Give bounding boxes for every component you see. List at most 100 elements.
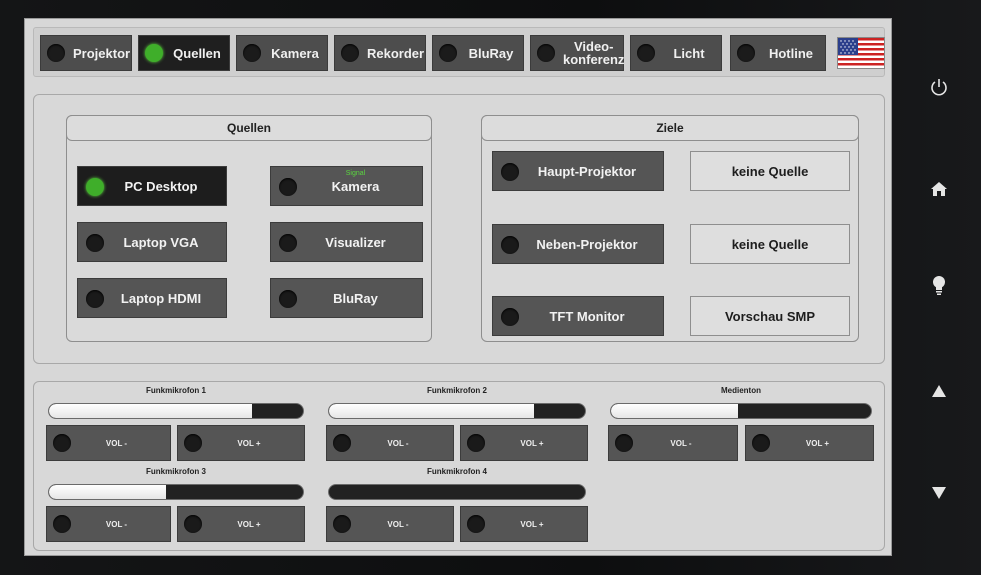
tab-label: Hotline: [768, 45, 814, 61]
vol-minus-button[interactable]: VOL -: [46, 506, 171, 542]
status-led: [279, 234, 297, 252]
status-led: [439, 44, 457, 62]
tab-videokonferenz[interactable]: Video- konferenz: [530, 35, 624, 71]
volume-level: [329, 404, 534, 418]
vol-minus-button[interactable]: VOL -: [46, 425, 171, 461]
status-led: [333, 515, 351, 533]
vol-plus-button[interactable]: VOL +: [177, 425, 305, 461]
status-led: [467, 515, 485, 533]
routing-panel: Quellen PC Desktop Signal Kamera Laptop V…: [33, 94, 885, 364]
touch-screen: Projektor Quellen Kamera Rekorder BluRay…: [24, 18, 892, 556]
volume-slider-funkmikrofon-1[interactable]: [48, 403, 304, 419]
status-led: [341, 44, 359, 62]
status-led: [86, 290, 104, 308]
channel-label: Funkmikrofon 3: [145, 467, 206, 476]
arrow-down-icon-graphic: [932, 487, 946, 499]
touch-panel-device: Projektor Quellen Kamera Rekorder BluRay…: [0, 0, 981, 575]
source-button-laptop-vga[interactable]: Laptop VGA: [77, 222, 227, 262]
status-led: [501, 163, 519, 181]
tab-quellen[interactable]: Quellen: [138, 35, 230, 71]
status-led: [279, 290, 297, 308]
tab-label: Rekorder: [367, 45, 425, 61]
audio-panel: Funkmikrofon 1 VOL - VOL + Funkmikrofon …: [33, 381, 885, 551]
source-button-pc-desktop[interactable]: PC Desktop: [77, 166, 227, 206]
vol-minus-button[interactable]: VOL -: [608, 425, 738, 461]
target-source-display: keine Quelle: [690, 151, 850, 191]
source-button-visualizer[interactable]: Visualizer: [270, 222, 423, 262]
tab-label: Licht: [673, 45, 705, 61]
status-led: [615, 434, 633, 452]
tab-kamera[interactable]: Kamera: [236, 35, 328, 71]
top-navigation-bar: Projektor Quellen Kamera Rekorder BluRay…: [33, 27, 885, 77]
status-led: [53, 434, 71, 452]
tab-licht[interactable]: Licht: [630, 35, 722, 71]
tab-label: Kamera: [271, 45, 319, 61]
volume-slider-funkmikrofon-2[interactable]: [328, 403, 586, 419]
tab-label: Video- konferenz: [563, 39, 625, 67]
power-icon[interactable]: [924, 72, 954, 102]
source-button-bluray[interactable]: BluRay: [270, 278, 423, 318]
channel-label: Medienton: [721, 386, 761, 395]
arrow-down-icon[interactable]: [924, 478, 954, 508]
status-led: [752, 434, 770, 452]
tab-projektor[interactable]: Projektor: [40, 35, 132, 71]
us-flag-graphic: [838, 38, 884, 68]
tab-hotline[interactable]: Hotline: [730, 35, 826, 71]
status-led-active: [145, 44, 163, 62]
target-button-tft-monitor[interactable]: TFT Monitor: [492, 296, 664, 336]
tab-label: BluRay: [468, 45, 514, 61]
power-icon-graphic: [931, 79, 947, 96]
source-button-kamera[interactable]: Signal Kamera: [270, 166, 423, 206]
volume-level: [49, 485, 166, 499]
status-led: [279, 178, 297, 196]
volume-slider-medienton[interactable]: [610, 403, 872, 419]
sources-group: Quellen PC Desktop Signal Kamera Laptop V…: [66, 115, 432, 342]
status-led: [184, 434, 202, 452]
us-flag-icon[interactable]: [837, 37, 885, 69]
targets-header: Ziele: [481, 115, 859, 141]
volume-slider-funkmikrofon-4[interactable]: [328, 484, 586, 500]
vol-minus-button[interactable]: VOL -: [326, 506, 454, 542]
vol-minus-button[interactable]: VOL -: [326, 425, 454, 461]
status-led: [537, 44, 555, 62]
status-led-active: [86, 178, 104, 196]
arrow-up-icon-graphic: [932, 385, 946, 397]
source-button-laptop-hdmi[interactable]: Laptop HDMI: [77, 278, 227, 318]
status-led: [243, 44, 261, 62]
targets-group: Ziele Haupt-Projektor keine Quelle Neben…: [481, 115, 859, 342]
vol-plus-button[interactable]: VOL +: [177, 506, 305, 542]
target-button-neben-projektor[interactable]: Neben-Projektor: [492, 224, 664, 264]
status-led: [86, 234, 104, 252]
target-source-display: keine Quelle: [690, 224, 850, 264]
lightbulb-icon[interactable]: [924, 271, 954, 301]
vol-plus-button[interactable]: VOL +: [745, 425, 874, 461]
status-led: [467, 434, 485, 452]
status-led: [53, 515, 71, 533]
status-led: [184, 515, 202, 533]
tab-bluray[interactable]: BluRay: [432, 35, 524, 71]
sources-header: Quellen: [66, 115, 432, 141]
home-icon-graphic: [931, 182, 947, 196]
channel-label: Funkmikrofon 1: [145, 386, 206, 395]
volume-level: [49, 404, 253, 418]
status-led: [501, 236, 519, 254]
status-led: [737, 44, 755, 62]
volume-level: [611, 404, 739, 418]
vol-plus-button[interactable]: VOL +: [460, 506, 588, 542]
home-icon[interactable]: [924, 174, 954, 204]
arrow-up-icon[interactable]: [924, 376, 954, 406]
volume-slider-funkmikrofon-3[interactable]: [48, 484, 304, 500]
vol-plus-button[interactable]: VOL +: [460, 425, 588, 461]
signal-indicator: Signal: [345, 170, 366, 177]
status-led: [501, 308, 519, 326]
tab-label: Quellen: [173, 45, 221, 61]
channel-label: Funkmikrofon 4: [426, 467, 487, 476]
tab-label: Projektor: [73, 45, 131, 61]
target-source-display: Vorschau SMP: [690, 296, 850, 336]
status-led: [47, 44, 65, 62]
status-led: [333, 434, 351, 452]
tab-rekorder[interactable]: Rekorder: [334, 35, 426, 71]
channel-label: Funkmikrofon 2: [426, 386, 487, 395]
status-led: [637, 44, 655, 62]
target-button-haupt-projektor[interactable]: Haupt-Projektor: [492, 151, 664, 191]
